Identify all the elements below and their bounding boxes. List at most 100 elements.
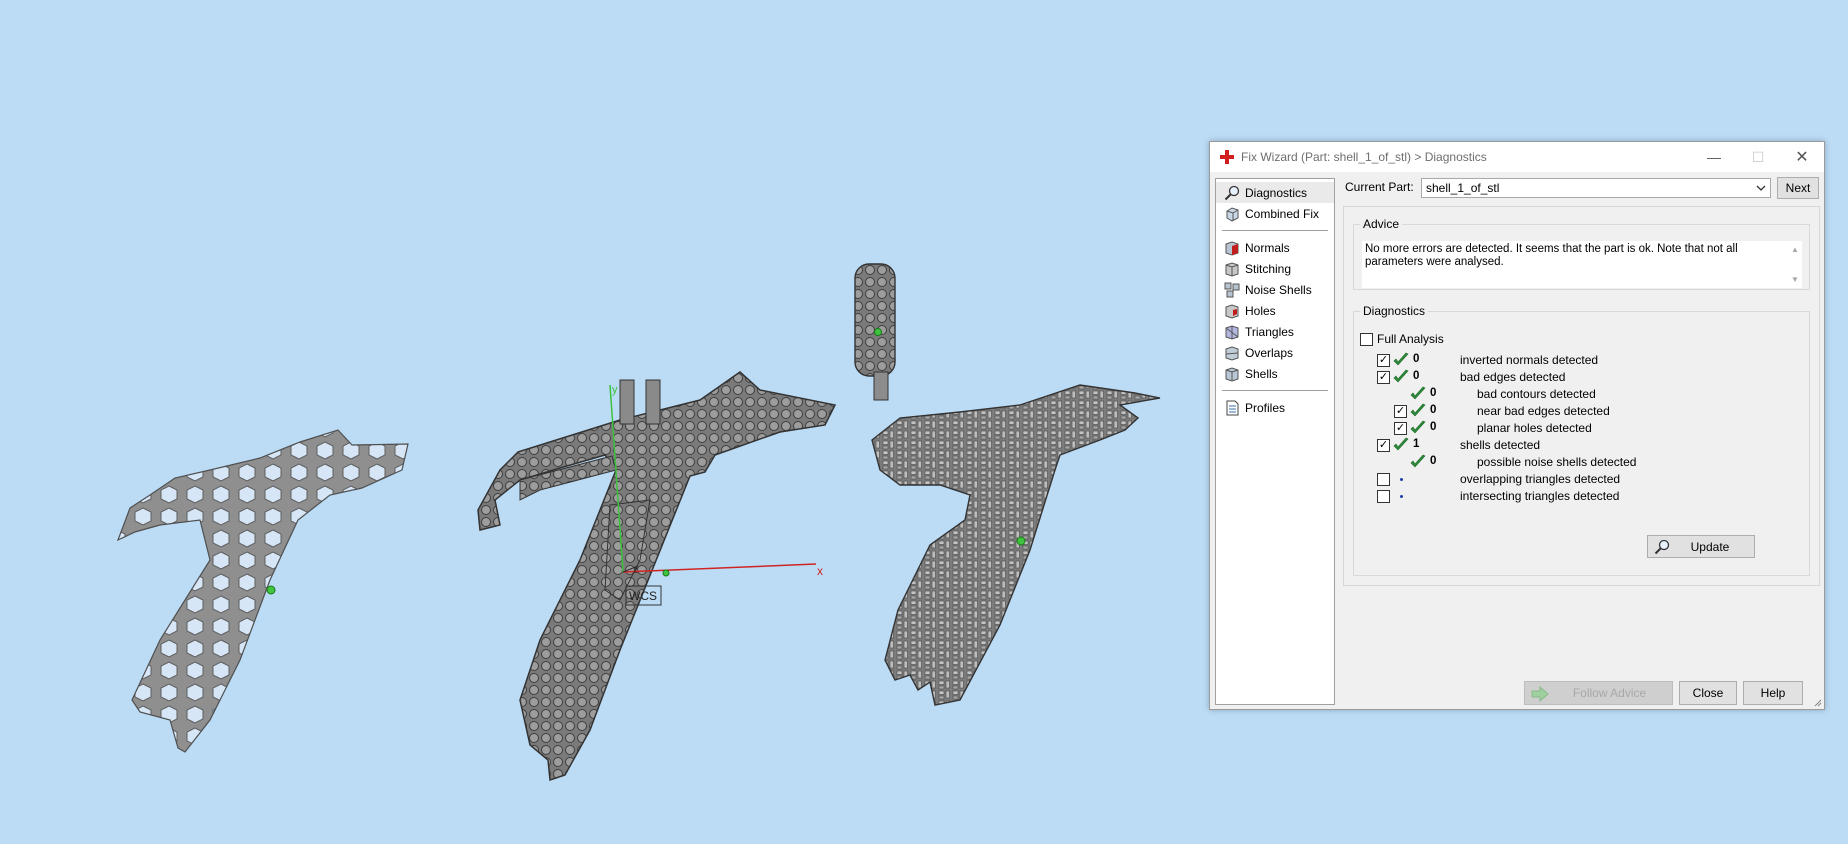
diagnostic-count: 0	[1430, 387, 1437, 399]
nav-item-label: Holes	[1245, 303, 1276, 318]
diagnostic-row: ✓ 1 shells detected	[1354, 437, 1794, 454]
diagnostics-group: Diagnostics Full Analysis ✓ 0 inverted nor…	[1353, 304, 1810, 576]
diagnostic-row: intersecting triangles detected	[1354, 488, 1794, 505]
weave-lattice-part[interactable]	[871, 384, 1161, 706]
diagnostic-checkbox[interactable]	[1377, 490, 1390, 503]
green-check-icon	[1410, 454, 1426, 470]
small-ring-part[interactable]	[854, 263, 896, 401]
diagnostic-label: near bad edges detected	[1477, 404, 1610, 418]
diagnostic-label: intersecting triangles detected	[1460, 489, 1620, 503]
nav-item-noise-shells[interactable]: Noise Shells	[1216, 279, 1334, 300]
diagnostic-checkbox[interactable]: ✓	[1377, 354, 1390, 367]
dialog-titlebar[interactable]: Fix Wizard (Part: shell_1_of_stl) > Diag…	[1210, 142, 1824, 172]
normals-cube-icon	[1225, 240, 1239, 256]
fix-wizard-dialog: Fix Wizard (Part: shell_1_of_stl) > Diag…	[1209, 141, 1825, 710]
diagnostic-label: bad contours detected	[1477, 387, 1596, 401]
advice-text: No more errors are detected. It seems th…	[1365, 243, 1738, 268]
diagnostic-label: planar holes detected	[1477, 421, 1592, 435]
nav-item-label: Triangles	[1245, 324, 1294, 339]
nav-separator	[1222, 390, 1328, 391]
advice-legend: Advice	[1363, 217, 1400, 231]
minimize-button[interactable]: —	[1692, 142, 1736, 172]
scroll-up-icon[interactable]: ▲	[1791, 243, 1799, 256]
diagnostic-count: 0	[1413, 370, 1420, 382]
nav-item-shells[interactable]: Shells	[1216, 363, 1334, 384]
cube-icon	[1226, 206, 1239, 222]
stitching-cube-icon	[1225, 261, 1239, 277]
close-button[interactable]: Close	[1679, 681, 1737, 705]
full-analysis-label: Full Analysis	[1377, 332, 1444, 346]
red-cross-icon	[1220, 150, 1234, 164]
y-axis-label: y	[612, 384, 618, 396]
z-axis-label: z	[633, 565, 638, 576]
current-part-value: shell_1_of_stl	[1426, 181, 1500, 195]
pending-dot-icon	[1393, 471, 1409, 487]
scroll-down-icon[interactable]: ▼	[1791, 273, 1799, 286]
nav-item-combined-fix[interactable]: Combined Fix	[1216, 203, 1334, 224]
nav-separator	[1222, 230, 1328, 231]
diagnostic-checkbox[interactable]: ✓	[1394, 405, 1407, 418]
update-label: Update	[1690, 539, 1730, 554]
diagnostic-count: 0	[1430, 455, 1437, 467]
diagnostic-row: ✓ 0 inverted normals detected	[1354, 352, 1794, 369]
nav-item-profiles[interactable]: Profiles	[1216, 397, 1334, 418]
close-window-button[interactable]: ✕	[1780, 142, 1824, 172]
green-check-icon	[1410, 386, 1426, 402]
dialog-title: Fix Wizard (Part: shell_1_of_stl) > Diag…	[1241, 150, 1487, 164]
diagnostic-row: overlapping triangles detected	[1354, 471, 1794, 488]
advice-textbox[interactable]: No more errors are detected. It seems th…	[1362, 241, 1802, 288]
diagnostic-label: overlapping triangles detected	[1460, 472, 1621, 486]
bubble-lattice-part[interactable]	[477, 371, 837, 782]
follow-advice-label: Follow Advice	[1572, 686, 1647, 700]
full-analysis-option[interactable]: Full Analysis	[1360, 332, 1444, 346]
resize-grip-icon[interactable]	[1812, 697, 1822, 707]
diagnostic-checkbox[interactable]: ✓	[1377, 371, 1390, 384]
diagnostic-label: inverted normals detected	[1460, 353, 1599, 367]
advice-group: Advice No more errors are detected. It s…	[1353, 217, 1810, 290]
nav-item-normals[interactable]: Normals	[1216, 237, 1334, 258]
nav-item-label: Noise Shells	[1245, 282, 1312, 297]
diagnostic-label: bad edges detected	[1460, 370, 1566, 384]
nav-item-stitching[interactable]: Stitching	[1216, 258, 1334, 279]
nav-item-overlaps[interactable]: Overlaps	[1216, 342, 1334, 363]
current-part-dropdown[interactable]: shell_1_of_stl	[1421, 178, 1771, 198]
overlaps-cube-icon	[1225, 345, 1239, 361]
nav-item-label: Overlaps	[1245, 345, 1294, 360]
green-check-icon	[1410, 403, 1426, 419]
help-button[interactable]: Help	[1743, 681, 1803, 705]
nav-item-label: Profiles	[1245, 400, 1286, 415]
diagnostics-panel: Advice No more errors are detected. It s…	[1343, 206, 1820, 586]
triangles-cube-icon	[1225, 324, 1239, 340]
honeycomb-lattice-part[interactable]	[116, 429, 409, 753]
next-button[interactable]: Next	[1777, 177, 1819, 199]
nav-item-triangles[interactable]: Triangles	[1216, 321, 1334, 342]
arrow-right-icon	[1531, 686, 1549, 702]
nav-item-diagnostics[interactable]: Diagnostics	[1216, 182, 1334, 203]
document-icon	[1226, 400, 1239, 415]
wcs-label: WCS	[629, 589, 657, 603]
diagnostic-row: ✓ 0 near bad edges detected	[1354, 403, 1794, 420]
diagnostic-count: 0	[1413, 353, 1420, 365]
diagnostic-row: ✓ 0 planar holes detected	[1354, 420, 1794, 437]
diagnostic-checkbox[interactable]	[1377, 473, 1390, 486]
advice-scrollbar[interactable]: ▲ ▼	[1788, 241, 1802, 288]
diagnostic-label: shells detected	[1460, 438, 1541, 452]
nav-item-label: Diagnostics	[1245, 185, 1308, 200]
diagnostic-checkbox[interactable]: ✓	[1377, 439, 1390, 452]
nav-item-label: Shells	[1245, 366, 1278, 381]
fix-wizard-nav: Diagnostics Combined Fix Normals Stitchi…	[1215, 178, 1335, 705]
green-check-icon	[1393, 352, 1409, 368]
magnifier-icon	[1654, 539, 1670, 555]
holes-cube-icon	[1225, 303, 1239, 319]
full-analysis-checkbox[interactable]	[1360, 332, 1373, 346]
nav-item-label: Stitching	[1245, 261, 1292, 276]
diagnostic-checkbox[interactable]: ✓	[1394, 422, 1407, 435]
maximize-button[interactable]: ☐	[1736, 142, 1780, 172]
nav-item-holes[interactable]: Holes	[1216, 300, 1334, 321]
diagnostic-row: 0 bad contours detected	[1354, 386, 1794, 403]
diagnostic-row: ✓ 0 bad edges detected	[1354, 369, 1794, 386]
follow-advice-button[interactable]: Follow Advice	[1524, 681, 1673, 705]
nav-item-label: Normals	[1245, 240, 1290, 255]
update-button[interactable]: Update	[1647, 535, 1755, 558]
noise-shells-icon	[1224, 282, 1240, 297]
